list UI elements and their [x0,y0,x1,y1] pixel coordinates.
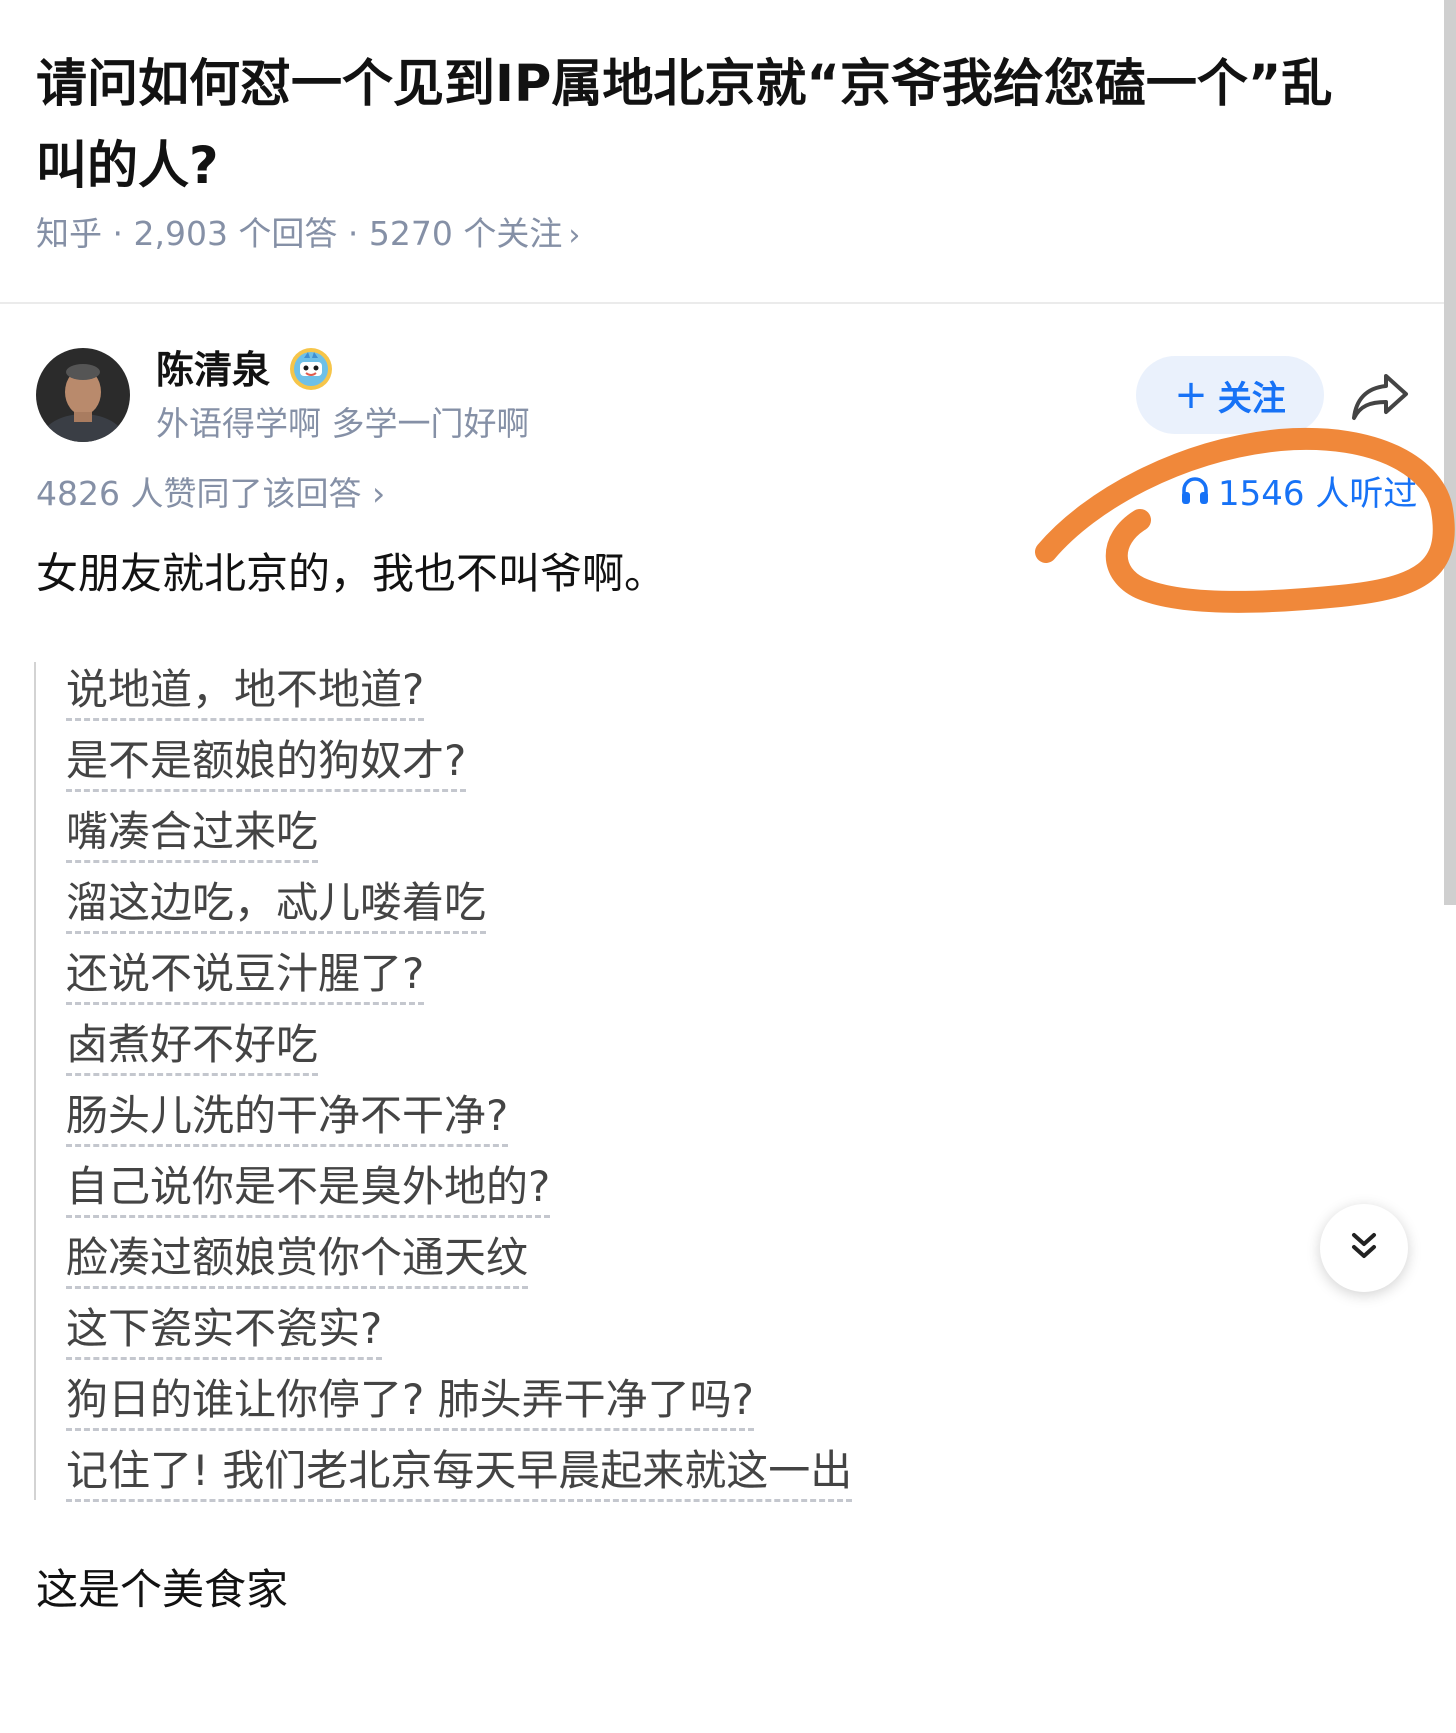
double-chevron-down-icon [1347,1229,1381,1267]
quote-line: 是不是额娘的狗奴才? [66,735,467,792]
plus-icon: + [1174,372,1208,418]
author-name[interactable]: 陈清泉 [156,344,270,396]
chevron-right-icon: › [568,218,581,253]
question-meta[interactable]: 知乎 · 2,903 个回答 · 5270 个关注 › [36,210,580,260]
avatar[interactable] [36,348,130,442]
cartoon-badge-icon [288,346,334,392]
section-divider [0,302,1446,304]
quote-line: 自己说你是不是臭外地的? [66,1161,551,1218]
answer-tail-text: 这是个美食家 [36,1565,289,1614]
answer-lead-text: 女朋友就北京的，我也不叫爷啊。 [36,549,667,598]
share-arrow-icon[interactable] [1350,368,1412,424]
author-bio: 外语得学啊 多学一门好啊 [156,404,530,443]
quote-line: 脸凑过额娘赏你个通天纹 [66,1232,529,1289]
quote-line: 嘴凑合过来吃 [66,806,319,863]
quote-block: 说地道，地不地道? 是不是额娘的狗奴才? 嘴凑合过来吃 溜这边吃，忒儿喽着吃 还… [34,662,936,1502]
quote-line: 卤煮好不好吃 [66,1019,319,1076]
likes-count[interactable]: 4826 人赞同了该回答 › [36,470,385,518]
follow-label: 关注 [1217,378,1286,419]
question-meta-text: 知乎 · 2,903 个回答 · 5270 个关注 [36,214,563,253]
quote-line: 溜这边吃，忒儿喽着吃 [66,877,487,934]
scrollbar[interactable] [1444,0,1456,905]
quote-line: 狗日的谁让你停了? 肺头弄干净了吗? [66,1374,754,1431]
quote-line: 这下瓷实不瓷实? [66,1303,383,1360]
listen-count[interactable]: 1546 人听过 [1180,470,1417,518]
quote-line: 肠头儿洗的干净不干净? [66,1090,509,1147]
question-title[interactable]: 请问如何怼一个见到IP属地北京就“京爷我给您磕一个”乱叫的人? [36,44,1366,208]
listen-count-text: 1546 人听过 [1218,474,1418,514]
headphones-icon [1180,470,1210,518]
follow-button[interactable]: + 关注 [1136,356,1324,434]
quote-line: 说地道，地不地道? [66,664,425,721]
quote-line: 还说不说豆汁腥了? [66,948,425,1005]
scroll-down-button[interactable] [1320,1204,1408,1292]
quote-line: 记住了! 我们老北京每天早晨起来就这一出 [66,1445,853,1502]
